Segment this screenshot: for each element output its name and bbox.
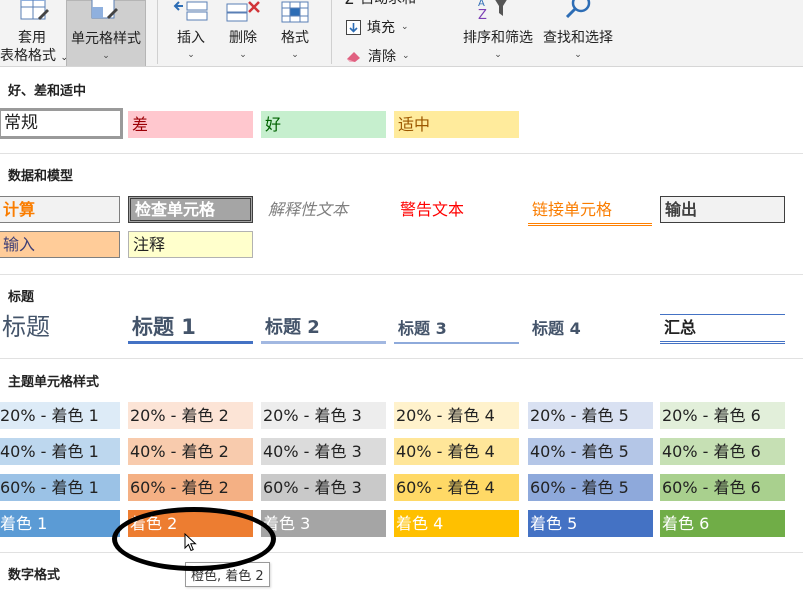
- style-accent-1[interactable]: 着色 1: [0, 510, 120, 537]
- style-input[interactable]: 输入: [0, 231, 120, 258]
- style-heading-3[interactable]: 标题 3: [394, 316, 519, 344]
- style-explanatory-text[interactable]: 解释性文本: [264, 196, 389, 223]
- style-40-accent-4[interactable]: 40% - 着色 4: [394, 438, 519, 465]
- chevron-down-icon: ⌄: [402, 51, 410, 61]
- style-warning-text[interactable]: 警告文本: [396, 196, 521, 223]
- cell-styles-button[interactable]: 单元格样式 ⌄: [66, 0, 146, 66]
- chevron-down-icon: ⌄: [102, 51, 110, 61]
- style-heading-2[interactable]: 标题 2: [261, 314, 386, 344]
- sort-filter-button[interactable]: A Z 排序和筛选 ⌄: [458, 0, 538, 66]
- section-divider: [0, 274, 803, 275]
- style-accent-6[interactable]: 着色 6: [660, 510, 785, 537]
- style-20-accent-3[interactable]: 20% - 着色 3: [261, 402, 386, 429]
- style-40-accent-6[interactable]: 40% - 着色 6: [660, 438, 785, 465]
- fill-label: 填充: [367, 20, 395, 36]
- fill-down-icon: [346, 19, 361, 35]
- delete-cells-icon: [226, 1, 260, 22]
- format-as-table-button[interactable]: 套用 表格格式 ⌄: [0, 0, 68, 66]
- style-heading-4[interactable]: 标题 4: [528, 316, 653, 344]
- style-linked-cell[interactable]: 链接单元格: [528, 196, 652, 226]
- cell-styles-icon: [91, 0, 118, 19]
- style-40-accent-5[interactable]: 40% - 着色 5: [528, 438, 653, 465]
- chevron-down-icon: ⌄: [494, 50, 502, 60]
- style-calculation[interactable]: 计算: [0, 196, 120, 223]
- chevron-down-icon: ⌄: [239, 50, 247, 60]
- section-title-titles: 标题: [8, 290, 35, 305]
- delete-cells-label: 删除: [229, 30, 257, 46]
- section-divider: [0, 552, 803, 553]
- style-accent-5[interactable]: 着色 5: [528, 510, 653, 537]
- style-40-accent-3[interactable]: 40% - 着色 3: [261, 438, 386, 465]
- style-40-accent-2[interactable]: 40% - 着色 2: [128, 438, 253, 465]
- style-normal[interactable]: 常规: [0, 108, 123, 139]
- format-as-table-label-1: 套用: [18, 30, 46, 46]
- insert-cells-label: 插入: [177, 30, 205, 46]
- insert-cells-button[interactable]: 插入 ⌄: [166, 0, 216, 66]
- style-neutral[interactable]: 适中: [394, 111, 519, 138]
- eraser-icon: [347, 52, 360, 62]
- format-as-table-icon: [20, 0, 49, 20]
- style-total[interactable]: 汇总: [660, 314, 785, 344]
- style-60-accent-4[interactable]: 60% - 着色 4: [394, 474, 519, 501]
- clear-label: 清除: [368, 49, 396, 65]
- style-60-accent-3[interactable]: 60% - 着色 3: [261, 474, 386, 501]
- sigma-icon: Σ: [344, 0, 354, 8]
- fill-button[interactable]: 填充 ⌄: [346, 17, 409, 37]
- style-20-accent-2[interactable]: 20% - 着色 2: [128, 402, 253, 429]
- autosum-label: 自动求和: [360, 0, 416, 8]
- style-accent-3[interactable]: 着色 3: [261, 510, 386, 537]
- style-good[interactable]: 好: [261, 111, 386, 138]
- style-60-accent-1[interactable]: 60% - 着色 1: [0, 474, 120, 501]
- style-20-accent-6[interactable]: 20% - 着色 6: [660, 402, 785, 429]
- section-title-themed-cell-styles: 主题单元格样式: [8, 375, 100, 390]
- ribbon-separator: [331, 0, 332, 64]
- chevron-down-icon: ⌄: [574, 50, 582, 60]
- style-20-accent-1[interactable]: 20% - 着色 1: [0, 402, 120, 429]
- chevron-down-icon: ⌄: [401, 22, 409, 32]
- style-check-cell[interactable]: 检查单元格: [128, 196, 253, 223]
- style-title[interactable]: 标题: [0, 312, 123, 344]
- clear-button[interactable]: 清除 ⌄: [346, 46, 410, 66]
- ribbon: 套用 表格格式 ⌄ 单元格样式 ⌄ 插入 ⌄ 删除 ⌄ 格式 ⌄ 填充 ⌄ 清除…: [0, 0, 803, 67]
- sort-filter-label: 排序和筛选: [463, 30, 533, 46]
- format-as-table-label-2: 表格格式 ⌄: [0, 47, 68, 66]
- style-heading-1[interactable]: 标题 1: [128, 312, 253, 344]
- section-title-number-format: 数字格式: [8, 568, 61, 583]
- svg-text:Z: Z: [478, 8, 487, 22]
- style-accent-4[interactable]: 着色 4: [394, 510, 519, 537]
- section-title-data-model: 数据和模型: [8, 169, 74, 184]
- sort-filter-icon: A Z: [478, 0, 507, 22]
- style-20-accent-5[interactable]: 20% - 着色 5: [528, 402, 653, 429]
- format-cells-label: 格式: [281, 30, 309, 46]
- style-60-accent-5[interactable]: 60% - 着色 5: [528, 474, 653, 501]
- chevron-down-icon: ⌄: [291, 50, 299, 60]
- delete-cells-button[interactable]: 删除 ⌄: [220, 0, 266, 66]
- ribbon-separator: [157, 0, 158, 64]
- section-title-good-bad-neutral: 好、差和适中: [8, 84, 87, 99]
- insert-cells-icon: [173, 1, 208, 21]
- section-divider: [0, 358, 803, 359]
- style-tooltip: 橙色, 着色 2: [185, 562, 270, 587]
- cell-styles-gallery: 好、差和适中 常规 差 好 适中 数据和模型 计算 检查单元格 解释性文本 警告…: [0, 68, 803, 595]
- format-cells-button[interactable]: 格式 ⌄: [272, 0, 318, 66]
- find-select-label: 查找和选择: [543, 30, 613, 46]
- style-note[interactable]: 注释: [128, 231, 253, 258]
- mouse-cursor-icon: [184, 533, 197, 552]
- format-as-table-label-2-text: 表格格式: [0, 48, 56, 64]
- style-bad[interactable]: 差: [128, 111, 253, 138]
- style-output[interactable]: 输出: [660, 196, 785, 223]
- cell-styles-label: 单元格样式: [71, 31, 141, 47]
- format-cells-icon: [281, 1, 309, 23]
- style-60-accent-2[interactable]: 60% - 着色 2: [128, 474, 253, 501]
- section-divider: [0, 153, 803, 154]
- style-20-accent-4[interactable]: 20% - 着色 4: [394, 402, 519, 429]
- find-select-button[interactable]: 查找和选择 ⌄: [538, 0, 618, 66]
- style-60-accent-6[interactable]: 60% - 着色 6: [660, 474, 785, 501]
- magnifier-icon: [565, 0, 591, 18]
- chevron-down-icon: ⌄: [187, 50, 195, 60]
- style-40-accent-1[interactable]: 40% - 着色 1: [0, 438, 120, 465]
- autosum-button[interactable]: Σ 自动求和: [344, 0, 416, 8]
